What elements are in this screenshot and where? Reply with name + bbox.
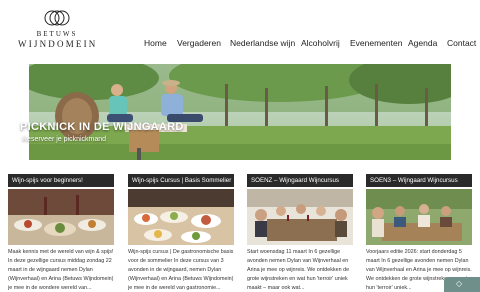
nav-item-contact[interactable]: Contact (447, 38, 476, 48)
card-text: Start woensdag 11 maart In 6 gezellige a… (247, 249, 350, 291)
nav-item-agenda[interactable]: Agenda (408, 38, 437, 48)
card-image[interactable] (247, 189, 353, 245)
chat-icon: ◇ (456, 279, 463, 288)
nav-item-vergaderen[interactable]: Vergaderen (177, 38, 221, 48)
main-nav: Home Vergaderen Nederlandse wijn Alcohol… (0, 38, 480, 50)
nav-item-evenementen[interactable]: Evenementen (350, 38, 402, 48)
card-image[interactable] (366, 189, 472, 245)
interlocking-rings-icon (44, 10, 70, 26)
nav-item-alcoholvrij[interactable]: Alcoholvrij (301, 38, 340, 48)
logo-line1: BETUWS (36, 30, 78, 38)
hero-title: PICKNICK IN DE WIJNGAARD (20, 121, 184, 133)
hero-subtitle[interactable]: Reserveer je picknickmand (22, 136, 106, 143)
event-card[interactable]: SOEN3 – Wijngaard Wijncursus Voorjaars e… (366, 174, 472, 292)
card-text: Wijn-spijs cursus | De gastronomische ba… (128, 249, 234, 291)
card-image[interactable] (128, 189, 234, 245)
site-header: BETUWS WIJNDOMEIN Home Vergaderen Nederl… (0, 0, 480, 62)
chat-badge[interactable]: ◇ (444, 277, 480, 292)
nav-item-home[interactable]: Home (144, 38, 167, 48)
hero-banner[interactable] (29, 64, 451, 160)
card-title[interactable]: Wijn-spijs voor beginners! (8, 174, 114, 187)
nav-item-nederlandse-wijn[interactable]: Nederlandse wijn (230, 38, 295, 48)
card-text: Maak kennis met de wereld van wijn & spi… (8, 249, 114, 291)
card-title[interactable]: SOEN3 – Wijngaard Wijncursus (366, 174, 472, 187)
event-card[interactable]: SOENZ – Wijngaard Wijncursus Start woens… (247, 174, 353, 292)
event-card[interactable]: Wijn-spijs Cursus | Basis Sommelier Wijn… (128, 174, 234, 292)
card-title[interactable]: Wijn-spijs Cursus | Basis Sommelier (128, 174, 234, 187)
hero-photo (29, 64, 451, 160)
card-image[interactable] (8, 189, 114, 245)
card-title[interactable]: SOENZ – Wijngaard Wijncursus (247, 174, 353, 187)
event-card[interactable]: Wijn-spijs voor beginners! Maak kennis m… (8, 174, 114, 292)
